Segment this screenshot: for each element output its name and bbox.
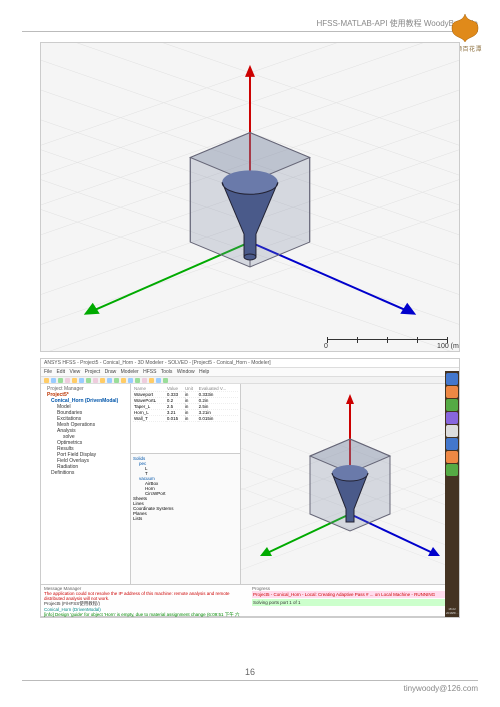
taskbar-icon[interactable] — [446, 438, 458, 450]
menu-help[interactable]: Help — [199, 369, 209, 375]
taskbar-icon[interactable] — [446, 425, 458, 437]
scale-start: 0 — [324, 343, 328, 350]
table-row: Wall_T0.015in0.015in — [133, 416, 238, 422]
logo-icon — [448, 12, 482, 44]
progress-title: Project5 - Conical_Horn - Local: Creatin… — [252, 591, 456, 598]
toolbar-icon[interactable] — [93, 378, 98, 383]
menu-project[interactable]: Project — [85, 369, 101, 375]
window-title: ANSYS HFSS - Project5 - Conical_Horn - 3… — [41, 359, 459, 368]
menu-view[interactable]: View — [69, 369, 80, 375]
menu-modeler[interactable]: Modeler — [121, 369, 139, 375]
footer-email: tinywoody@126.com — [404, 684, 478, 693]
taskbar-clock: 18:22 2018/6/... — [446, 607, 458, 615]
taskbar-icon[interactable] — [446, 412, 458, 424]
msg-line: The application could not resolve the IP… — [44, 591, 248, 601]
taskbar-icon[interactable] — [446, 386, 458, 398]
toolbar-icon[interactable] — [72, 378, 77, 383]
page-number: 16 — [0, 667, 500, 677]
taskbar-icon[interactable] — [446, 451, 458, 463]
menubar[interactable]: File Edit View Project Draw Modeler HFSS… — [41, 368, 459, 377]
project-tree[interactable]: Project Manager Project5* Conical_Horn (… — [41, 384, 131, 584]
tree-item[interactable]: Definitions — [43, 470, 128, 476]
message-panel: Message Manager The application could no… — [41, 584, 459, 616]
menu-window[interactable]: Window — [177, 369, 195, 375]
toolbar-row-1[interactable] — [41, 377, 459, 384]
toolbar-icon[interactable] — [121, 378, 126, 383]
toolbar-icon[interactable] — [100, 378, 105, 383]
toolbar-icon[interactable] — [107, 378, 112, 383]
toolbar-icon[interactable] — [128, 378, 133, 383]
footer-divider — [22, 680, 478, 681]
list-item[interactable]: Lists — [133, 516, 238, 521]
params-table[interactable]: NameValueUnitEvaluated V... Waveport0.33… — [131, 384, 240, 454]
toolbar-icon[interactable] — [149, 378, 154, 383]
model-viewport[interactable] — [241, 384, 459, 584]
menu-draw[interactable]: Draw — [105, 369, 117, 375]
menu-tools[interactable]: Tools — [161, 369, 173, 375]
toolbar-icon[interactable] — [86, 378, 91, 383]
scale-bar: 0 100 (mm) — [327, 339, 447, 343]
menu-edit[interactable]: Edit — [56, 369, 65, 375]
tree-design[interactable]: Conical_Horn (DrivenModal) — [43, 398, 128, 404]
toolbar-icon[interactable] — [58, 378, 63, 383]
toolbar-icon[interactable] — [114, 378, 119, 383]
design-list[interactable]: Solids pec L T vacuum AirBox Horn CircWP… — [131, 454, 240, 584]
scale-end: 100 (mm) — [437, 343, 460, 350]
taskbar-icon[interactable] — [446, 464, 458, 476]
page-header: HFSS-MATLAB-API 使用教程 WoodyBuendia — [22, 18, 478, 32]
progress-bar: Solving ports port 1 of 1 — [252, 599, 456, 606]
toolbar-icon[interactable] — [65, 378, 70, 383]
toolbar-icon[interactable] — [135, 378, 140, 383]
hfss-screenshot: ANSYS HFSS - Project5 - Conical_Horn - 3… — [40, 358, 460, 618]
menu-hfss[interactable]: HFSS — [143, 369, 156, 375]
figure-3d-top: 0 100 (mm) — [40, 42, 460, 352]
toolbar-icon[interactable] — [79, 378, 84, 383]
menu-file[interactable]: File — [44, 369, 52, 375]
toolbar-icon[interactable] — [51, 378, 56, 383]
taskbar-icon[interactable] — [446, 373, 458, 385]
toolbar-icon[interactable] — [44, 378, 49, 383]
taskbar-icon[interactable] — [446, 399, 458, 411]
middle-panels: NameValueUnitEvaluated V... Waveport0.33… — [131, 384, 241, 584]
toolbar-icon[interactable] — [142, 378, 147, 383]
toolbar-icon[interactable] — [163, 378, 168, 383]
windows-taskbar[interactable]: 18:22 2018/6/... — [445, 371, 459, 617]
toolbar-icon[interactable] — [156, 378, 161, 383]
